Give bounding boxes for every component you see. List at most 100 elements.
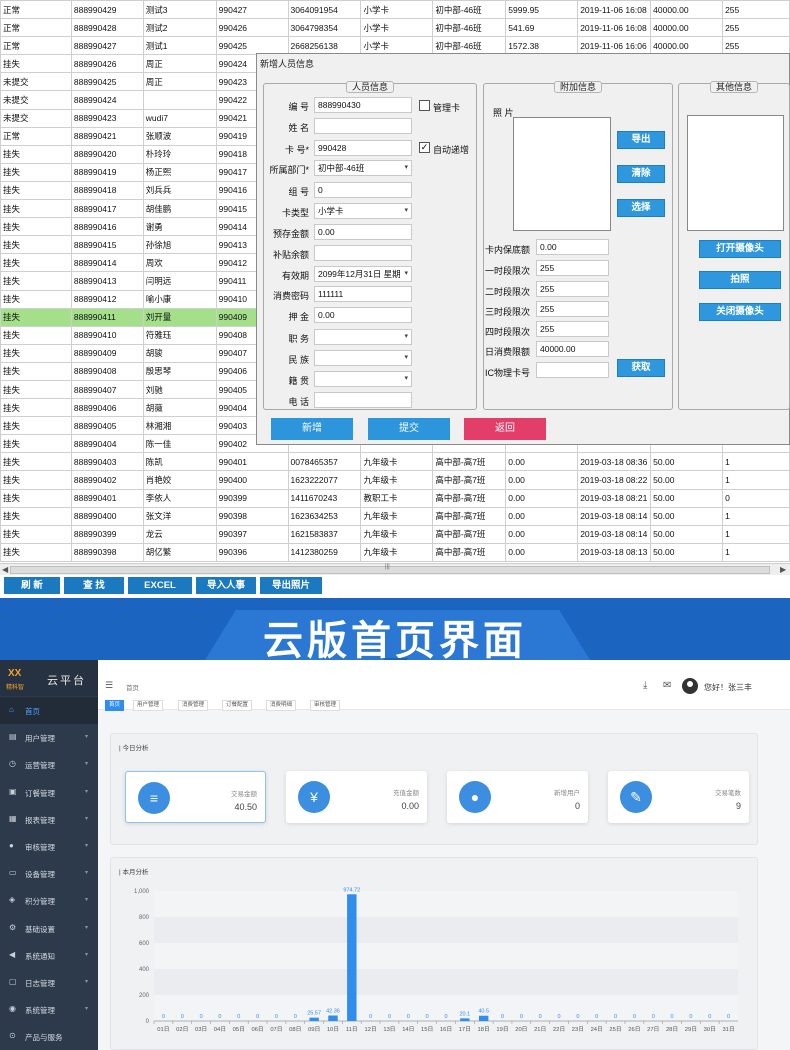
table-cell: 挂失 [0,271,72,291]
guarantee-field[interactable]: 0.00 [536,239,609,255]
bar-value-label: 40.5 [478,1009,489,1015]
search-button[interactable]: 查 找 [64,577,124,594]
sidebar-item-label: 审核管理 [25,843,55,852]
table-row[interactable]: 正常 888990429 测试3 990427 3064091954 小学卡 初中部-46班… [0,0,790,20]
stat-card[interactable]: ● 新增用户 0 [447,771,588,823]
table-row[interactable]: 挂失 888990403 陈凯 990401 0078465357 九年级卡 高中部-高7班… [0,452,790,472]
open-camera-button[interactable]: 打开摄像头 [699,240,781,258]
stat-card[interactable]: ¥ 充值金额 0.00 [286,771,427,823]
subsidy-field[interactable] [314,245,412,261]
scroll-right-icon[interactable]: ▶ [780,565,786,574]
scroll-thumb[interactable] [10,566,770,574]
table-row[interactable]: 挂失 888990400 张文洋 990398 1623634253 九年级卡 高中部-高7… [0,506,790,526]
prestore-field[interactable]: 0.00 [314,224,412,240]
manager-card-checkbox[interactable] [419,100,430,111]
stat-card[interactable]: ≡ 交易金额 40.50 [125,771,266,823]
photo-export-button[interactable]: 导出 [617,131,665,149]
x-tick-label: 08日 [289,1026,301,1033]
horizontal-scrollbar[interactable]: ◀ ||| ▶ [0,563,790,575]
table-row[interactable]: 挂失 888990402 肖艳姣 990400 1623222077 九年级卡 高中部-高7… [0,470,790,490]
user-greeting[interactable]: 您好！张三丰 [704,682,752,693]
ic-number-field[interactable] [536,362,609,378]
table-cell: 2019-03-18 08:36 [577,452,652,472]
close-camera-button[interactable]: 关闭摄像头 [699,303,781,321]
sidebar-item[interactable]: ◉ 系统管理 ▾ [0,996,98,1023]
auto-increment-checkbox[interactable]: ✓ [419,142,430,153]
table-cell: 255 [722,0,790,20]
bar-value-label: 0 [558,1014,561,1020]
sidebar-item[interactable]: ⚙ 基础设置 ▾ [0,915,98,942]
table-cell: 肖艳姣 [142,470,217,490]
card-type-select[interactable]: 小学卡 ▾ [314,203,412,219]
ethnic-select[interactable]: ▾ [314,350,412,366]
tab-tag[interactable]: 订餐配置 [222,700,253,711]
refresh-button[interactable]: 刷 新 [4,577,60,594]
sidebar-item[interactable]: ▭ 设备管理 ▾ [0,860,98,887]
scroll-left-icon[interactable]: ◀ [2,565,8,574]
photo-select-button[interactable]: 选择 [617,199,665,217]
import-hr-button[interactable]: 导入人事 [196,577,256,594]
avatar[interactable] [682,678,698,694]
tab-tag[interactable]: 消费明细 [266,700,297,711]
expiry-date-picker[interactable]: 2099年12月31日 星期 ▾ [314,266,412,282]
table-cell: 1411670243 [287,488,362,508]
tab-tag[interactable]: 审核管理 [310,700,341,711]
table-row[interactable]: 挂失 888990398 胡亿繁 990396 1412380259 九年级卡 高中部-高7… [0,542,790,562]
card-number-field[interactable]: 990428 [314,140,412,156]
tab-tag[interactable]: 用户管理 [133,700,164,711]
mail-icon[interactable]: ✉ [663,680,671,691]
sidebar-item[interactable]: ⌂ 首页 [0,697,98,724]
sidebar-item[interactable]: ◀ 系统通知 ▾ [0,942,98,969]
number-field[interactable]: 888990430 [314,97,412,113]
table-cell: 50.00 [650,524,724,544]
period3-field[interactable]: 255 [536,301,609,317]
sidebar-item[interactable]: ◷ 运营管理 ▾ [0,751,98,778]
sidebar-item[interactable]: ▢ 日志管理 ▾ [0,969,98,996]
fetch-button[interactable]: 获取 [617,359,665,377]
sidebar-item[interactable]: ⊙ 产品与服务 [0,1023,98,1050]
tab-tag[interactable]: 首页 [105,700,125,711]
table-cell: 胡骏 [142,343,217,363]
add-button[interactable]: 新增 [271,418,353,440]
table-row[interactable]: 挂失 888990401 李依人 990399 1411670243 教职工卡 高中部-高7… [0,488,790,508]
daily-limit-field[interactable]: 40000.00 [536,341,609,357]
sidebar-item[interactable]: ● 审核管理 ▾ [0,833,98,860]
native-place-select[interactable]: ▾ [314,371,412,387]
excel-button[interactable]: EXCEL [128,577,192,594]
sidebar-item[interactable]: ▤ 用户管理 ▾ [0,724,98,751]
submit-button[interactable]: 提交 [368,418,450,440]
position-select[interactable]: ▾ [314,329,412,345]
period4-field[interactable]: 255 [536,321,609,337]
table-cell: 九年级卡 [360,506,434,526]
table-cell: 胡佳鹏 [142,199,217,219]
table-cell: 888990401 [70,488,144,508]
sidebar-item[interactable]: ▦ 报表管理 ▾ [0,806,98,833]
export-photo-button[interactable]: 导出照片 [260,577,322,594]
table-cell: 九年级卡 [360,470,434,490]
sidebar-item-label: 日志管理 [25,979,55,988]
deposit-field[interactable]: 0.00 [314,307,412,323]
photo-clear-button[interactable]: 清除 [617,165,665,183]
dept-select[interactable]: 初中部-46班 ▾ [314,160,412,176]
name-field[interactable] [314,118,412,134]
password-field[interactable]: 111111 [314,286,412,302]
chevron-down-icon: ▾ [84,870,88,877]
back-button[interactable]: 返回 [464,418,546,440]
sidebar-item[interactable]: ◈ 积分管理 ▾ [0,887,98,914]
tab-tag[interactable]: 消费管理 [178,700,209,711]
stat-card[interactable]: ✎ 交易笔数 9 [608,771,749,823]
period1-field[interactable]: 255 [536,260,609,276]
table-row[interactable]: 挂失 888990399 龙云 990397 1621583837 九年级卡 高中部-高7班… [0,524,790,544]
capture-button[interactable]: 拍照 [699,271,781,289]
download-icon[interactable]: ⤓ [643,680,647,691]
phone-field[interactable] [314,392,412,408]
table-row[interactable]: 正常 888990428 测试2 990426 3064798354 小学卡 初中部-46班… [0,18,790,38]
menu-toggle-icon[interactable]: ☰ [105,680,113,691]
period2-field[interactable]: 255 [536,281,609,297]
bar-value-label: 20.1 [459,1011,470,1017]
ic-number-label: IC物理卡号 [485,368,531,378]
sidebar-item[interactable]: ▣ 订餐管理 ▾ [0,779,98,806]
bar [478,1015,489,1021]
group-field[interactable]: 0 [314,182,412,198]
table-cell: 1623634253 [287,506,362,526]
